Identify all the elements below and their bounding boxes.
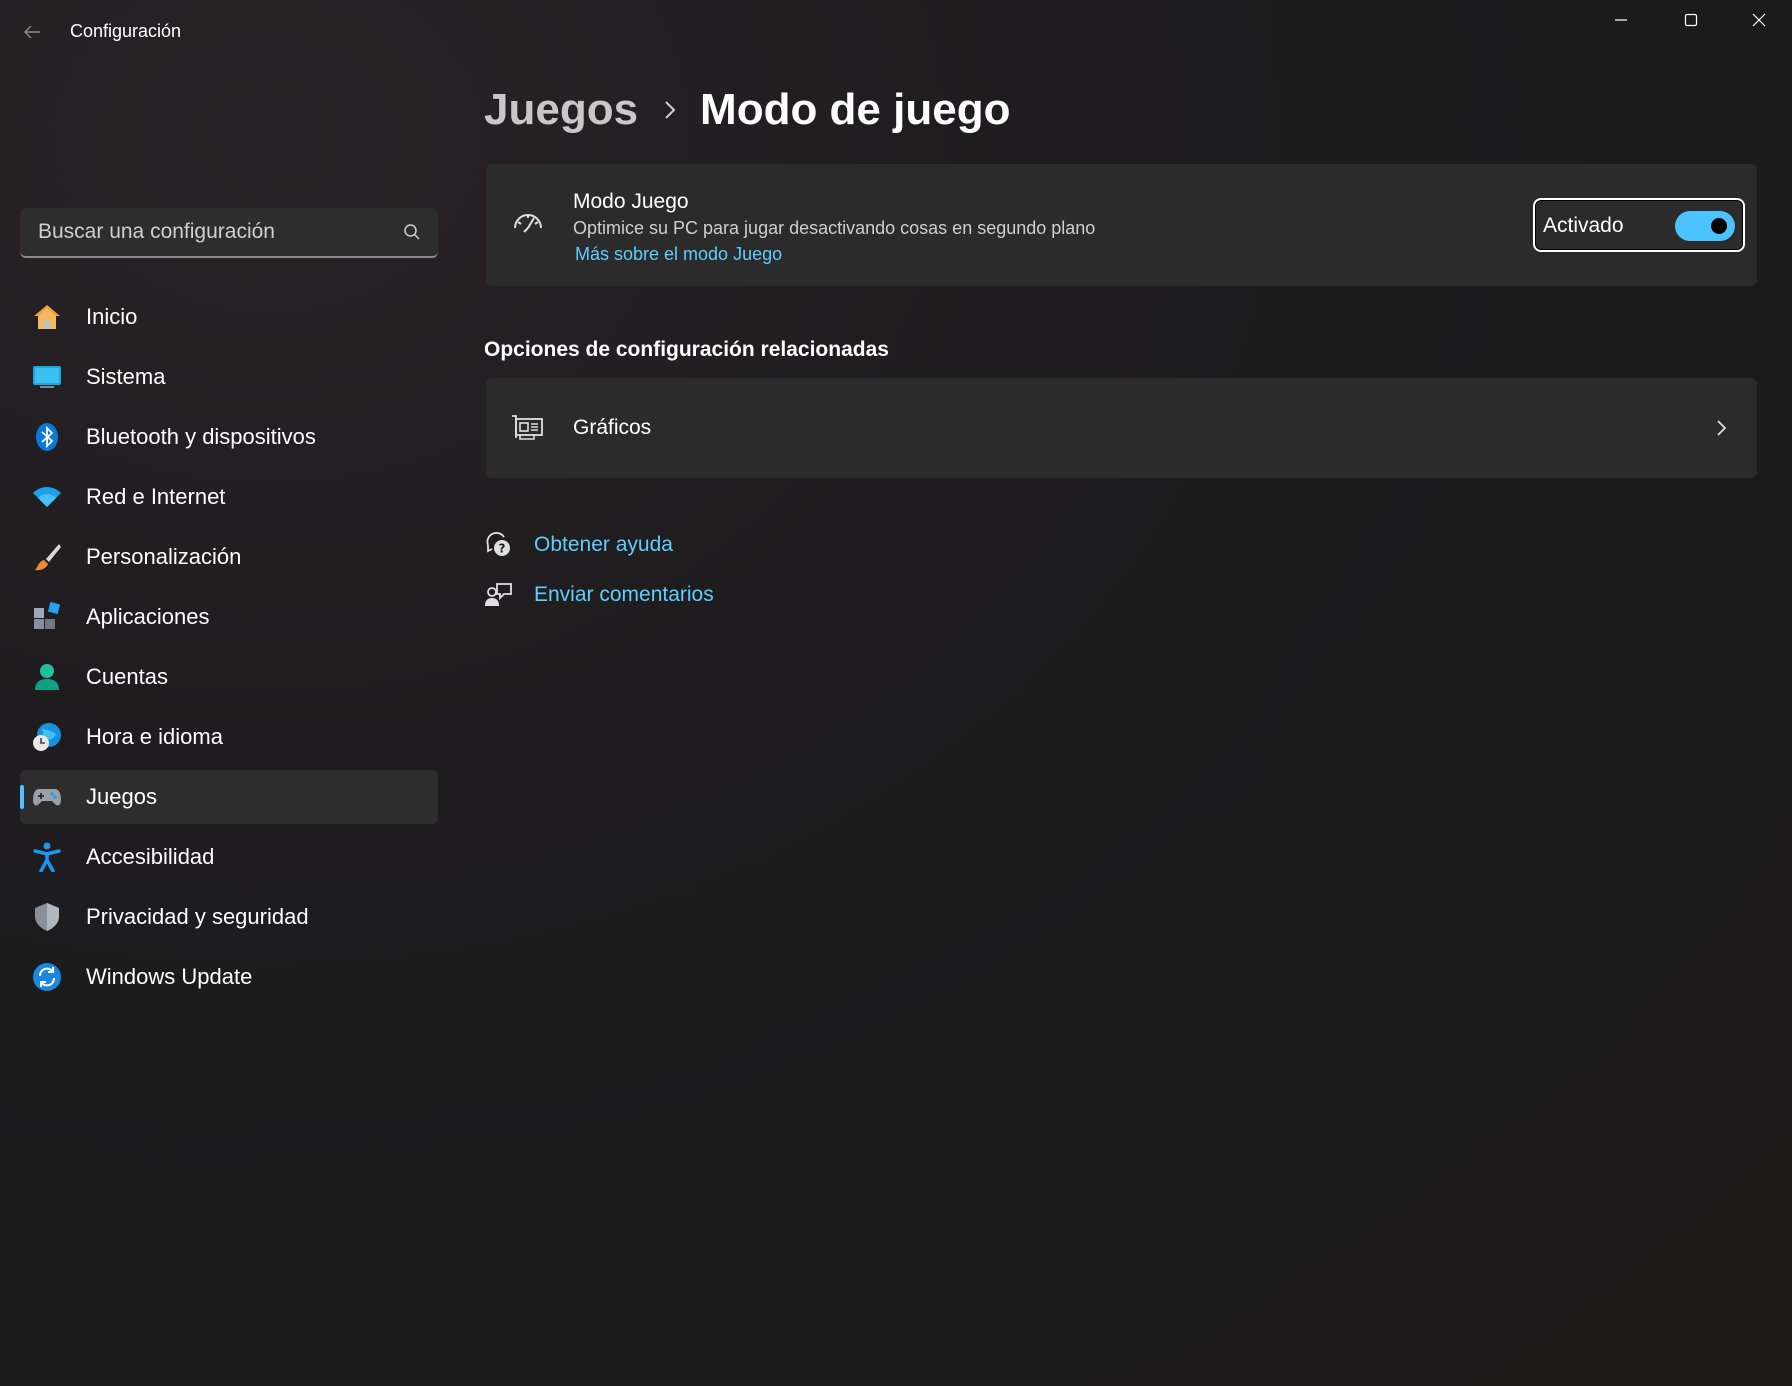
graphics-label: Gráficos: [573, 416, 652, 439]
search-input[interactable]: [20, 208, 390, 256]
sidebar-item-personalizacion[interactable]: Personalización: [20, 530, 438, 584]
maximize-button[interactable]: [1656, 0, 1726, 40]
maximize-icon: [1684, 13, 1698, 27]
person-icon: [32, 662, 62, 692]
send-feedback-link[interactable]: Enviar comentarios: [534, 583, 714, 607]
get-help-link[interactable]: Obtener ayuda: [534, 533, 673, 557]
feedback-icon: [485, 583, 512, 606]
svg-text:?: ?: [499, 542, 506, 556]
home-icon: [32, 302, 62, 332]
toggle-state-label: Activado: [1543, 214, 1624, 237]
gamepad-icon: [32, 782, 62, 812]
related-settings-title: Opciones de configuración relacionadas: [484, 338, 889, 361]
game-mode-toggle-focus[interactable]: Activado: [1533, 198, 1745, 252]
title-bar: Configuración: [0, 0, 1792, 64]
brush-icon: [32, 542, 62, 572]
game-mode-toggle[interactable]: [1675, 211, 1735, 241]
sidebar-item-hora[interactable]: Hora e idioma: [20, 710, 438, 764]
game-mode-title: Modo Juego: [573, 190, 689, 213]
globe-clock-icon: [32, 722, 62, 752]
wifi-icon: [32, 482, 62, 512]
sidebar-item-windows-update[interactable]: Windows Update: [20, 950, 438, 1004]
sidebar-item-cuentas[interactable]: Cuentas: [20, 650, 438, 704]
help-chat-icon: ?: [486, 532, 510, 556]
get-help-row: ? Obtener ayuda: [484, 528, 673, 562]
minimize-icon: [1615, 19, 1627, 21]
speedometer-icon: [514, 214, 542, 233]
shield-icon: [32, 902, 62, 932]
apps-icon: [32, 602, 62, 632]
close-button[interactable]: [1724, 0, 1792, 40]
sidebar-item-sistema[interactable]: Sistema: [20, 350, 438, 404]
sidebar-item-red[interactable]: Red e Internet: [20, 470, 438, 524]
back-arrow-icon: [24, 25, 40, 39]
bluetooth-icon: [32, 422, 62, 452]
sidebar-item-aplicaciones[interactable]: Aplicaciones: [20, 590, 438, 644]
minimize-button[interactable]: [1586, 0, 1656, 40]
breadcrumb: Juegos Modo de juego: [484, 82, 1010, 138]
breadcrumb-parent[interactable]: Juegos: [484, 85, 638, 135]
game-mode-card: Modo Juego Optimice su PC para jugar des…: [486, 164, 1757, 286]
sidebar-nav: Inicio Sistema Bluetooth y dispositivos: [20, 290, 438, 1010]
toggle-knob: [1711, 218, 1727, 234]
sidebar-item-bluetooth[interactable]: Bluetooth y dispositivos: [20, 410, 438, 464]
sidebar-item-inicio[interactable]: Inicio: [20, 290, 438, 344]
update-icon: [32, 962, 62, 992]
sidebar-item-accesibilidad[interactable]: Accesibilidad: [20, 830, 438, 884]
graphics-card-icon: [512, 415, 543, 440]
monitor-icon: [32, 362, 62, 392]
search-box: [20, 208, 438, 258]
app-title: Configuración: [70, 21, 182, 41]
game-mode-learn-more-link[interactable]: Más sobre el modo Juego: [575, 244, 782, 265]
sidebar-item-juegos[interactable]: Juegos: [20, 770, 438, 824]
search-icon[interactable]: [402, 222, 422, 242]
accessibility-icon: [32, 842, 62, 872]
back-button[interactable]: [14, 14, 50, 50]
sidebar-item-privacidad[interactable]: Privacidad y seguridad: [20, 890, 438, 944]
chevron-right-icon: [1717, 420, 1727, 436]
graphics-settings-card[interactable]: Gráficos: [486, 378, 1757, 478]
settings-window: Configuración Buscar una configuración I…: [0, 0, 1792, 1386]
game-mode-description: Optimice su PC para jugar desactivando c…: [573, 218, 1096, 238]
close-icon: [1752, 13, 1766, 27]
send-feedback-row: Enviar comentarios: [484, 578, 714, 612]
page-title: Modo de juego: [700, 85, 1011, 134]
chevron-right-icon: [662, 99, 678, 121]
